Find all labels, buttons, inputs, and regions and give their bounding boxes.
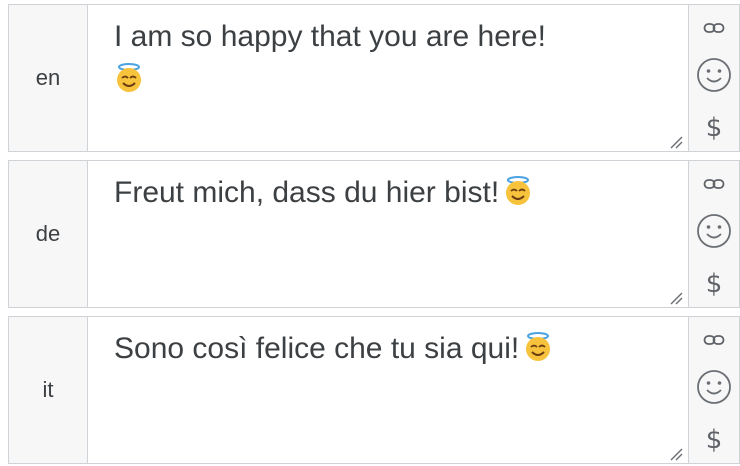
translation-row-de: de Freut mich, dass du hier bist! $ (8, 160, 740, 308)
resize-handle-icon[interactable] (669, 447, 683, 461)
row-toolbar: $ (688, 161, 739, 307)
emoji-picker-icon[interactable] (696, 57, 732, 93)
row-toolbar: $ (688, 317, 739, 463)
currency-button[interactable]: $ (706, 427, 723, 453)
language-label: it (9, 317, 88, 463)
translation-text: I am so happy that you are here! (114, 20, 546, 53)
translation-textarea[interactable]: Sono così felice che tu sia qui! (88, 317, 687, 463)
translation-text: Freut mich, dass du hier bist! (114, 176, 500, 209)
emoji-picker-icon[interactable] (696, 369, 732, 405)
smiling-face-with-halo-icon (506, 176, 531, 205)
translation-row-en: en I am so happy that you are here! $ (8, 4, 740, 152)
emoji-picker-icon[interactable] (696, 213, 732, 249)
link-icon[interactable] (703, 177, 725, 191)
smiling-face-with-halo-icon (117, 63, 141, 92)
translation-row-it: it Sono così felice che tu sia qui! $ (8, 316, 740, 464)
translation-textarea[interactable]: Freut mich, dass du hier bist! (88, 161, 687, 307)
translation-text: Sono così felice che tu sia qui! (114, 332, 520, 365)
link-icon[interactable] (703, 21, 725, 35)
link-icon[interactable] (703, 333, 725, 347)
resize-handle-icon[interactable] (669, 135, 683, 149)
language-label: de (9, 161, 88, 307)
row-toolbar: $ (688, 5, 739, 151)
currency-button[interactable]: $ (706, 271, 723, 297)
translation-textarea[interactable]: I am so happy that you are here! (88, 5, 687, 151)
language-label: en (9, 5, 88, 151)
smiling-face-with-halo-icon (526, 332, 551, 361)
currency-button[interactable]: $ (706, 115, 723, 141)
resize-handle-icon[interactable] (669, 291, 683, 305)
